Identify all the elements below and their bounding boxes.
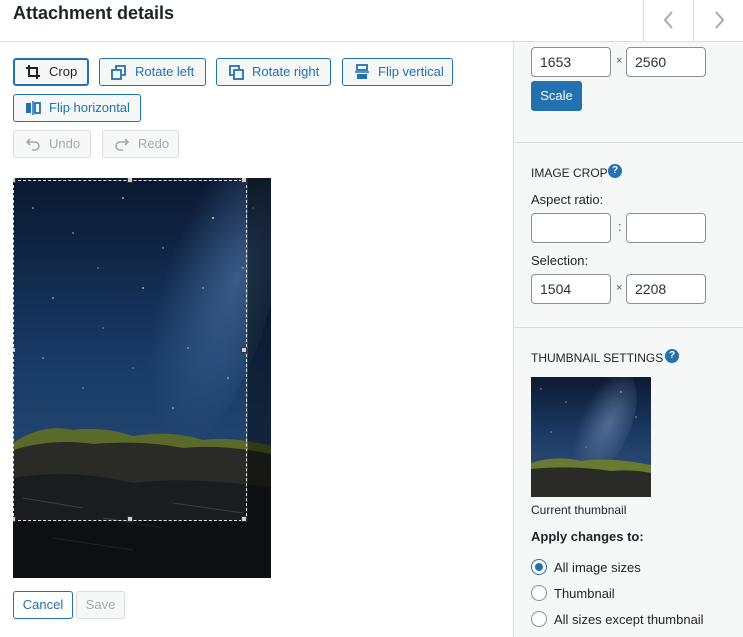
crop-handle-sw[interactable] — [13, 516, 16, 522]
modal-header: Attachment details — [0, 0, 743, 42]
flip-horizontal-icon — [26, 101, 41, 115]
chevron-left-icon — [663, 11, 673, 29]
image-crop-title: IMAGE CROP — [531, 166, 608, 180]
crop-handle-s[interactable] — [127, 516, 133, 522]
crop-handle-nw[interactable] — [13, 178, 16, 183]
thumbnail-settings-title: THUMBNAIL SETTINGS — [531, 351, 664, 365]
rotate-right-button[interactable]: Rotate right — [216, 58, 331, 86]
section-divider — [514, 327, 743, 328]
undo-icon — [25, 138, 40, 151]
flip-vertical-label: Flip vertical — [378, 64, 444, 79]
image-editor-main: Crop Rotate left Rotate right Flip verti… — [0, 42, 513, 637]
crop-selection[interactable] — [13, 180, 247, 521]
cancel-button[interactable]: Cancel — [13, 591, 73, 619]
rotate-left-label: Rotate left — [135, 64, 195, 79]
crop-canvas[interactable] — [13, 178, 271, 578]
flip-vertical-button[interactable]: Flip vertical — [342, 58, 453, 86]
save-label: Save — [85, 597, 116, 612]
scale-label: Scale — [540, 88, 573, 103]
current-thumbnail-image — [531, 377, 651, 497]
radio-all-sizes-except-thumbnail[interactable] — [531, 611, 547, 627]
crop-overlay-right — [248, 178, 271, 578]
scale-height-input[interactable]: 2560 — [626, 47, 706, 77]
save-button[interactable]: Save — [76, 591, 125, 619]
thumbnail-help-icon[interactable]: ? — [665, 349, 679, 363]
chevron-right-icon — [715, 11, 725, 29]
crop-handle-ne[interactable] — [241, 178, 247, 183]
scale-width-input[interactable]: 1653 — [531, 47, 611, 77]
rotate-left-button[interactable]: Rotate left — [99, 58, 206, 86]
crop-handle-se[interactable] — [241, 516, 247, 522]
aspect-ratio-separator: : — [618, 219, 622, 234]
redo-icon — [115, 138, 130, 151]
crop-overlay-bottom — [13, 521, 248, 578]
cancel-label: Cancel — [22, 597, 64, 612]
apply-changes-label: Apply changes to: — [531, 529, 644, 544]
radio-label-all-image-sizes: All image sizes — [554, 560, 641, 575]
crop-icon — [26, 65, 40, 79]
rotate-left-icon — [111, 65, 126, 80]
crop-button[interactable]: Crop — [13, 58, 89, 86]
flip-vertical-icon — [355, 64, 369, 79]
page-title: Attachment details — [13, 3, 175, 23]
section-divider — [514, 142, 743, 143]
selection-height-input[interactable]: 2208 — [626, 274, 706, 304]
radio-thumbnail[interactable] — [531, 585, 547, 601]
crop-handle-e[interactable] — [241, 347, 247, 353]
selection-width-input[interactable]: 1504 — [531, 274, 611, 304]
radio-all-image-sizes[interactable] — [531, 559, 547, 575]
rotate-right-icon — [229, 65, 244, 80]
rotate-right-label: Rotate right — [252, 64, 320, 79]
thumbnail-caption: Current thumbnail — [531, 503, 627, 517]
crop-label: Crop — [49, 64, 78, 79]
redo-button[interactable]: Redo — [102, 130, 179, 158]
aspect-ratio-height-input[interactable] — [626, 213, 706, 243]
scale-times: × — [616, 55, 623, 67]
selection-times: × — [616, 282, 623, 294]
flip-horizontal-button[interactable]: Flip horizontal — [13, 94, 141, 122]
aspect-ratio-label: Aspect ratio: — [531, 192, 604, 207]
aspect-ratio-width-input[interactable] — [531, 213, 611, 243]
undo-button[interactable]: Undo — [13, 130, 91, 158]
flip-horizontal-label: Flip horizontal — [49, 100, 130, 115]
radio-label-thumbnail: Thumbnail — [554, 586, 615, 601]
crop-handle-w[interactable] — [13, 347, 16, 353]
selection-label: Selection: — [531, 253, 589, 268]
next-button[interactable] — [693, 0, 743, 41]
redo-label: Redo — [138, 136, 170, 151]
crop-handle-n[interactable] — [127, 178, 133, 183]
image-crop-help-icon[interactable]: ? — [608, 164, 622, 178]
previous-button[interactable] — [643, 0, 693, 41]
radio-label-all-sizes-except-thumbnail: All sizes except thumbnail — [554, 612, 704, 627]
undo-label: Undo — [49, 136, 81, 151]
scale-button[interactable]: Scale — [531, 81, 582, 111]
image-settings-sidebar: 1653 × 2560 Scale IMAGE CROP ? Aspect ra… — [513, 42, 743, 637]
